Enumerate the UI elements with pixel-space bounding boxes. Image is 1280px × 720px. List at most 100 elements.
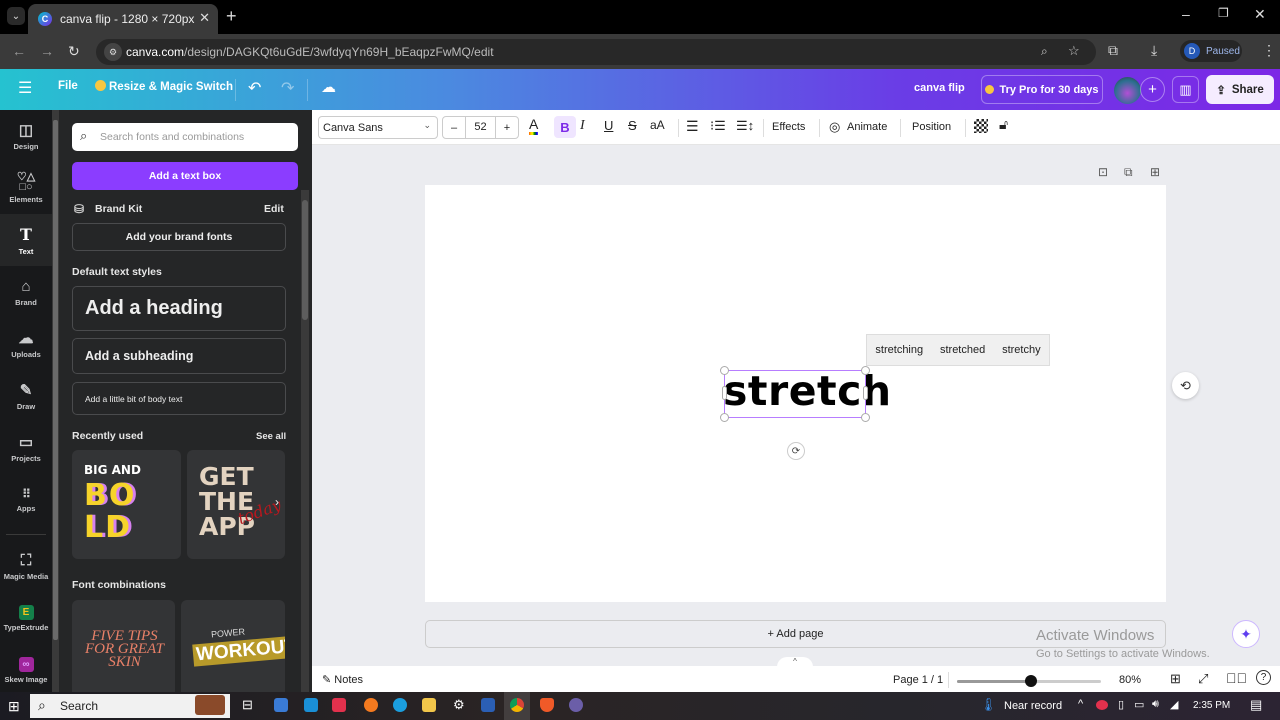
document-title[interactable]: canva flip [914, 82, 965, 94]
help-icon[interactable]: ? [1256, 670, 1271, 685]
zoom-slider[interactable] [957, 675, 1101, 687]
rail-item-skew-image[interactable]: ∞ Skew Image [0, 644, 52, 696]
strikethrough-button[interactable]: S [628, 118, 637, 133]
magic-assistant-icon[interactable]: ✦ [1232, 620, 1260, 648]
notifications-icon[interactable]: ▤ [1250, 697, 1262, 713]
notes-button[interactable]: ✎ Notes [322, 673, 363, 686]
add-text-box-button[interactable]: Add a text box [72, 162, 298, 190]
font-family-dropdown[interactable]: Canva Sans ⌄ [318, 116, 438, 139]
share-button[interactable]: ⇪ Share [1206, 75, 1274, 104]
insights-chart-icon[interactable]: ▥ [1172, 76, 1199, 103]
extensions-icon[interactable]: ⧉ [1108, 42, 1118, 59]
suggestion-item[interactable]: stretchy [1002, 344, 1041, 356]
close-window-icon[interactable]: ✕ [1254, 6, 1266, 23]
rail-scrollbar[interactable] [52, 110, 59, 692]
duplicate-page-icon[interactable]: ⧉ [1124, 165, 1133, 180]
redo-icon[interactable]: ↷ [281, 78, 294, 98]
chevron-right-icon[interactable]: › [275, 495, 279, 509]
add-heading-button[interactable]: Add a heading [72, 286, 286, 331]
rail-item-typeextrude[interactable]: E TypeExtrude [0, 592, 52, 644]
bold-button[interactable]: B [554, 116, 576, 138]
zoom-percent[interactable]: 80% [1119, 674, 1141, 686]
file-menu[interactable]: File [58, 80, 78, 92]
lock-icon[interactable]: 🔓︎ [999, 116, 1008, 133]
text-color-button[interactable]: A [529, 116, 539, 135]
browser-tab[interactable]: C canva flip - 1280 × 720px ✕ [28, 4, 218, 34]
add-page-icon[interactable]: ⊞ [1150, 165, 1160, 179]
suggestion-item[interactable]: stretching [875, 344, 923, 356]
bookmark-star-icon[interactable]: ☆ [1068, 43, 1080, 59]
resize-handle[interactable] [720, 413, 729, 422]
new-tab-button[interactable]: + [226, 6, 237, 27]
app-icon[interactable] [364, 698, 378, 712]
side-handle[interactable] [722, 386, 727, 400]
rail-item-brand[interactable]: ⌂ Brand [0, 266, 52, 318]
wifi-icon[interactable]: ◢ [1170, 698, 1178, 711]
brand-kit-edit-link[interactable]: Edit [264, 203, 284, 215]
add-body-text-button[interactable]: Add a little bit of body text [72, 382, 286, 415]
position-button[interactable]: Position [912, 121, 951, 133]
tray-app-icon[interactable] [1096, 700, 1108, 710]
brave-icon[interactable] [540, 698, 554, 712]
bullet-list-icon[interactable]: ⁝☰ [710, 118, 726, 134]
font-combo-five-tips[interactable]: FIVE TIPS FOR GREAT SKIN [72, 600, 175, 700]
clock[interactable]: 2:35 PM [1193, 700, 1230, 711]
animate-button[interactable]: Animate [847, 121, 887, 133]
rail-item-magic-media[interactable]: ⛶ Magic Media [0, 540, 52, 592]
taskbar-search[interactable]: ⌕ Search [30, 694, 230, 718]
check-circle-icon[interactable]: ✓⃝ [1226, 670, 1247, 686]
minimize-icon[interactable]: – [1182, 6, 1190, 22]
decrease-size-button[interactable]: – [443, 122, 465, 134]
tray-chevron-up-icon[interactable]: ^ [1078, 698, 1083, 710]
page-indicator[interactable]: Page 1 / 1 [893, 674, 943, 686]
add-brand-fonts-button[interactable]: Add your brand fonts [72, 223, 286, 251]
zoom-slider-knob[interactable] [1025, 675, 1037, 687]
profile-button[interactable]: D Paused [1180, 40, 1242, 62]
settings-icon[interactable]: ⚙ [453, 697, 465, 713]
suggestion-item[interactable]: stretched [940, 344, 985, 356]
add-subheading-button[interactable]: Add a subheading [72, 338, 286, 374]
resize-handle[interactable] [861, 413, 870, 422]
rotate-handle-icon[interactable]: ⟳ [787, 442, 805, 460]
rail-item-draw[interactable]: ✎ Draw [0, 370, 52, 422]
italic-button[interactable]: I [580, 118, 585, 134]
rail-item-elements[interactable]: ♡△ □○ Elements [0, 162, 52, 214]
line-spacing-icon[interactable]: ☰↕ [736, 118, 754, 134]
rail-item-design[interactable]: ◫ Design [0, 110, 52, 162]
add-comment-icon[interactable]: ⟲ [1172, 372, 1199, 399]
battery-icon[interactable]: ▭ [1134, 698, 1144, 711]
forward-icon[interactable]: → [40, 43, 54, 59]
mail-icon[interactable] [304, 698, 318, 712]
try-pro-button[interactable]: Try Pro for 30 days [981, 75, 1103, 104]
panel-scrollbar[interactable] [301, 190, 309, 692]
zoom-lens-icon[interactable]: ⌕ [1041, 44, 1048, 59]
reload-icon[interactable]: ↻ [68, 43, 80, 60]
media-player-icon[interactable] [569, 698, 583, 712]
font-search-input[interactable]: ⌕ Search fonts and combinations [72, 123, 298, 151]
align-center-icon[interactable]: ☰ [686, 118, 699, 135]
windows-start-icon[interactable]: ⊞ [8, 698, 20, 715]
edge-icon[interactable] [393, 698, 407, 712]
effects-button[interactable]: Effects [772, 121, 805, 133]
letter-case-button[interactable]: aA [650, 118, 665, 132]
browser-menu-icon[interactable]: ⋮ [1262, 42, 1276, 59]
rail-item-text[interactable]: T Text [0, 214, 52, 266]
site-info-icon[interactable]: ⚙ [104, 43, 122, 61]
close-tab-icon[interactable]: ✕ [199, 10, 210, 26]
tab-search-dropdown[interactable]: ⌄ [7, 7, 25, 25]
resize-handle[interactable] [861, 366, 870, 375]
transparency-icon[interactable] [974, 119, 988, 133]
task-view-icon[interactable]: ⊟ [242, 697, 253, 713]
undo-icon[interactable]: ↶ [248, 78, 261, 98]
volume-icon[interactable]: 🔊︎ [1152, 698, 1159, 711]
cloud-saved-icon[interactable]: ☁ [321, 78, 336, 96]
resize-magic-switch-button[interactable]: Resize & Magic Switch [95, 80, 233, 93]
tray-device-icon[interactable]: ▯ [1118, 698, 1124, 711]
resize-handle[interactable] [720, 366, 729, 375]
hamburger-menu-icon[interactable]: ☰ [18, 78, 32, 98]
increase-size-button[interactable]: + [496, 122, 518, 134]
fullscreen-icon[interactable]: ⤢ [1198, 671, 1208, 687]
recent-template-big-and-bold[interactable]: BIG AND BO LD [72, 450, 181, 559]
back-icon[interactable]: ← [12, 43, 26, 59]
underline-button[interactable]: U [604, 118, 613, 133]
